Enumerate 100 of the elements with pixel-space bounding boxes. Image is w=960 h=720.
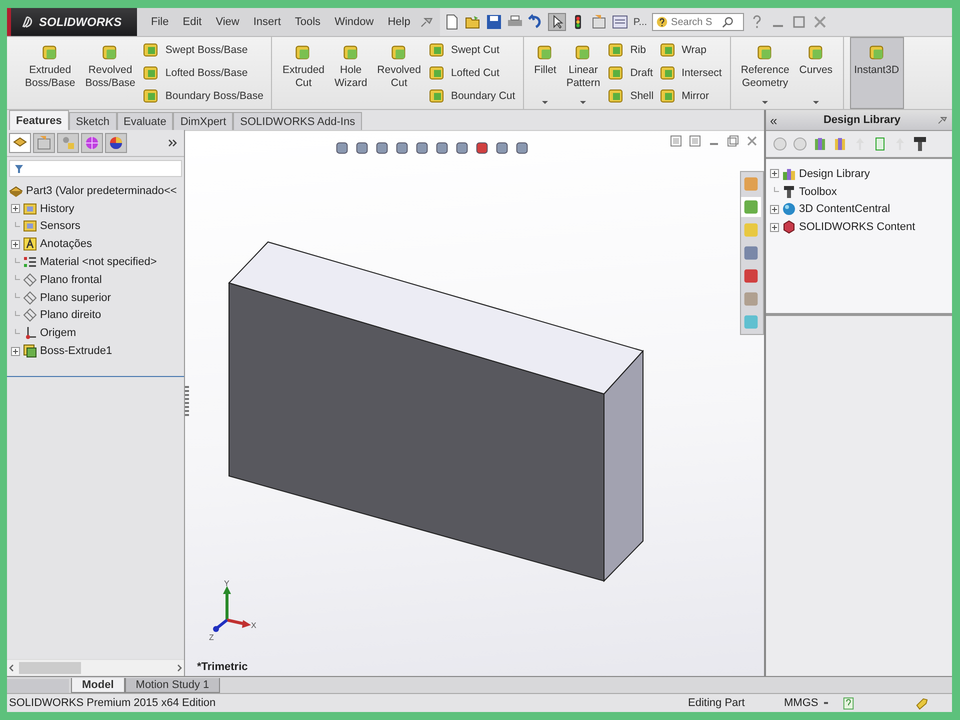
expand-toggle[interactable]: [11, 204, 20, 214]
ribbon-button[interactable]: Extruded Cut: [278, 37, 328, 109]
tree-item[interactable]: Boss-Extrude1: [40, 345, 112, 358]
units-selector[interactable]: MMGS: [784, 697, 824, 709]
expand-toggle[interactable]: [770, 204, 779, 214]
caret-icon[interactable]: [762, 101, 768, 104]
tag-icon[interactable]: [915, 696, 928, 710]
ribbon-button[interactable]: Reference Geometry: [736, 37, 794, 109]
open-folder-icon[interactable]: [465, 14, 482, 30]
restore-icon[interactable]: [791, 14, 808, 30]
dimxpert-tab-icon[interactable]: [81, 133, 103, 153]
feature-command-icon: [608, 64, 624, 81]
save-icon[interactable]: [486, 14, 502, 30]
status-text: Editing Part: [688, 697, 746, 709]
library-item[interactable]: Design Library: [799, 168, 870, 180]
bolt-icon[interactable]: [912, 136, 928, 152]
ribbon-button[interactable]: Revolved Cut: [373, 37, 425, 109]
menu-item[interactable]: Edit: [176, 14, 208, 30]
menu-item[interactable]: Insert: [247, 14, 287, 30]
options-icon[interactable]: [612, 14, 628, 30]
library-item[interactable]: Toolbox: [799, 186, 837, 198]
horizontal-scrollbar[interactable]: [7, 659, 184, 676]
tree-item[interactable]: Plano direito: [40, 309, 102, 322]
collapse-button[interactable]: «: [770, 112, 788, 128]
tree-item[interactable]: Plano frontal: [40, 274, 102, 286]
expand-toggle[interactable]: [11, 346, 20, 356]
file-properties-icon[interactable]: [591, 14, 608, 30]
library-item[interactable]: SOLIDWORKS Content: [799, 221, 916, 234]
select-cursor-icon[interactable]: [549, 14, 566, 30]
caret-icon[interactable]: [812, 101, 819, 104]
filter-field[interactable]: [9, 160, 182, 177]
close-icon[interactable]: [812, 14, 828, 30]
feature-command-icon: [428, 88, 445, 104]
command-tab[interactable]: Sketch: [68, 112, 116, 130]
overflow-label[interactable]: P...: [633, 16, 648, 28]
feature-tree-tab-icon[interactable]: [9, 133, 31, 153]
menu-item[interactable]: File: [145, 14, 175, 30]
caret-icon[interactable]: [580, 101, 586, 104]
ribbon-button[interactable]: Wrap: [658, 41, 724, 60]
ribbon-button[interactable]: Fillet: [530, 37, 560, 109]
3d-viewport[interactable]: Y X Z *Trimetric: [185, 130, 764, 676]
ribbon-button[interactable]: Mirror: [658, 86, 724, 105]
command-tab[interactable]: DimXpert: [173, 112, 234, 130]
ribbon-button[interactable]: Boundary Cut: [426, 86, 518, 105]
tree-item[interactable]: Origem: [40, 327, 76, 340]
menu-item[interactable]: Tools: [288, 14, 327, 30]
command-tab[interactable]: Features: [9, 110, 69, 130]
feature-command-icon: [608, 88, 624, 104]
ribbon-button[interactable]: Shell: [606, 86, 656, 105]
part-icon: [9, 184, 23, 198]
tile-window-icon[interactable]: [689, 135, 701, 147]
command-tab[interactable]: Evaluate: [116, 112, 174, 130]
tree-item[interactable]: Part3 (Valor predeterminado<<: [26, 184, 177, 197]
tree-item[interactable]: Anotações: [40, 238, 92, 250]
ribbon-button[interactable]: Boundary Boss/Base: [141, 86, 266, 105]
ribbon-button[interactable]: Draft: [606, 64, 656, 82]
caret-icon[interactable]: [542, 101, 548, 104]
filter-icon: [14, 164, 24, 174]
new-document-icon[interactable]: [444, 14, 460, 30]
ribbon-button[interactable]: Linear Pattern: [562, 37, 604, 109]
display-tab-icon[interactable]: [105, 133, 127, 153]
restore-icon[interactable]: [727, 135, 739, 147]
close-icon[interactable]: [746, 135, 758, 147]
search-icon: [722, 16, 734, 28]
ribbon-button[interactable]: Extruded Boss/Base: [21, 37, 80, 109]
more-tabs-icon[interactable]: [168, 138, 178, 148]
ribbon-button[interactable]: Instant3D: [850, 37, 904, 109]
command-tab[interactable]: SOLIDWORKS Add-Ins: [233, 112, 362, 130]
material-icon: [23, 255, 37, 270]
library-item[interactable]: 3D ContentCentral: [799, 203, 890, 216]
tree-item[interactable]: Plano superior: [40, 292, 111, 304]
search-input[interactable]: Search S: [671, 16, 720, 28]
ribbon-button[interactable]: Intersect: [658, 64, 724, 82]
tree-item[interactable]: Sensors: [40, 220, 80, 232]
globe-icon: [782, 202, 796, 216]
ribbon-button[interactable]: Swept Boss/Base: [141, 41, 266, 60]
ribbon-button[interactable]: Swept Cut: [426, 41, 518, 60]
tree-item[interactable]: History: [40, 202, 74, 215]
tree-item[interactable]: Material <not specified>: [40, 256, 157, 268]
ribbon-button[interactable]: Lofted Cut: [426, 64, 518, 82]
feature-command-icon: [608, 42, 624, 58]
model-tab[interactable]: Motion Study 1: [124, 678, 220, 693]
ribbon-button[interactable]: Hole Wizard: [330, 37, 372, 109]
ribbon-button[interactable]: Curves: [795, 37, 837, 109]
ribbon-button[interactable]: Rib: [606, 41, 656, 60]
search-bar[interactable]: Search S: [652, 13, 744, 31]
help-icon[interactable]: [842, 696, 855, 710]
expand-toggle[interactable]: [770, 222, 779, 232]
expand-toggle[interactable]: [770, 169, 779, 178]
model-tab[interactable]: Model: [71, 678, 125, 693]
ribbon-button[interactable]: Revolved Boss/Base: [81, 37, 140, 109]
ribbon-button[interactable]: Lofted Boss/Base: [141, 64, 266, 82]
menu-item[interactable]: View: [210, 14, 246, 30]
expand-toggle[interactable]: [11, 240, 20, 249]
menu-item[interactable]: Help: [382, 14, 416, 30]
feature-command-icon: [143, 42, 160, 58]
panel-resize-handle[interactable]: [185, 386, 189, 416]
pin-icon[interactable]: [936, 114, 948, 126]
tile-window-icon[interactable]: [670, 135, 682, 147]
menu-item[interactable]: Window: [328, 14, 380, 30]
